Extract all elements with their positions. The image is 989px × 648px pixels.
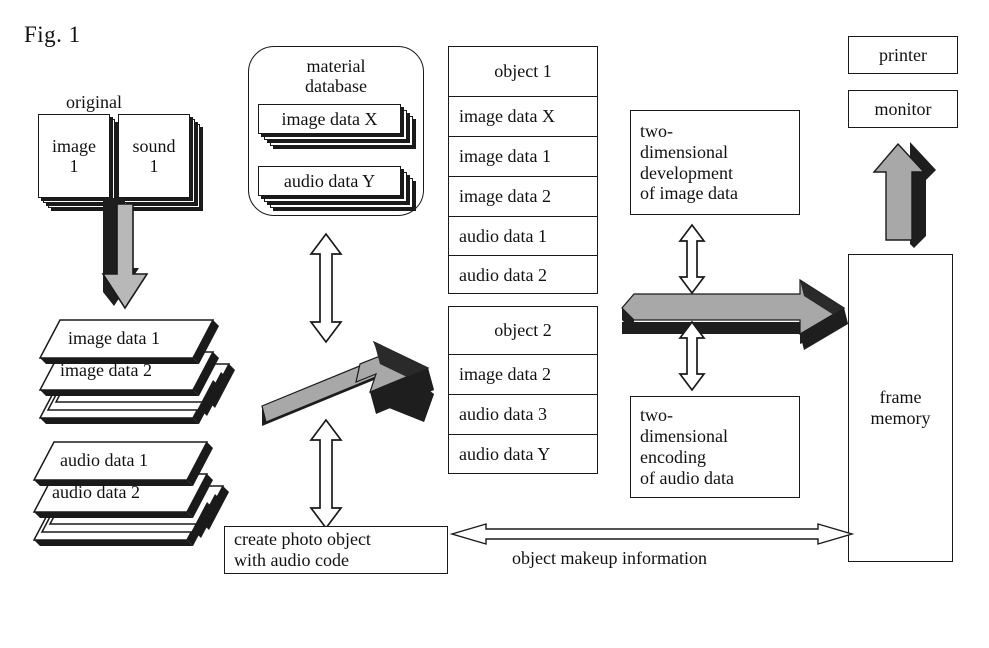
printer-box: printer (848, 36, 958, 74)
original-caption: original (66, 92, 122, 112)
original-image-label-line1: image (52, 135, 96, 156)
create-photo-object-box: create photo object with audio code (224, 526, 448, 574)
material-db-audio-label: audio data Y (283, 170, 376, 191)
monitor-label: monitor (874, 98, 932, 119)
material-db-title-line2: database (305, 76, 367, 97)
development-line2: dimensional (640, 141, 728, 162)
development-line4: of image data (640, 183, 738, 204)
two-dimensional-development-box: two- dimensional development of image da… (630, 110, 800, 215)
material-db-audio-stack: audio data Y (258, 166, 413, 208)
object-1-header: object 1 (449, 47, 597, 97)
audio-data-2-label: audio data 2 (52, 482, 140, 502)
frame-memory-line1: frame (879, 387, 922, 408)
right-arrow-3d-icon (621, 278, 848, 350)
audio-data-sheet-stack: audio data 1 audio data 2 (32, 440, 242, 555)
encoding-line1: two- (640, 405, 673, 426)
creator-line2: with audio code (234, 550, 349, 570)
encoding-line2: dimensional (640, 426, 728, 447)
object-1-table: object 1 image data X image data 1 image… (448, 46, 598, 294)
encoding-line3: encoding (640, 447, 706, 467)
diagonal-arrow-3d-icon (261, 340, 434, 426)
creator-line1: create photo object (234, 529, 371, 550)
frame-memory-line2: memory (870, 408, 931, 428)
double-arrow-horizontal-makeup-icon (449, 523, 855, 545)
printer-label: printer (879, 44, 927, 65)
image-data-2-label: image data 2 (60, 360, 152, 380)
image-data-sheet-stack: image data 1 image data 2 (38, 318, 248, 428)
original-image-label-line2: 1 (69, 156, 79, 176)
strip-front: image data X (258, 104, 401, 134)
double-arrow-vertical-db-icon (309, 232, 343, 344)
audio-data-1-label: audio data 1 (60, 450, 148, 470)
figure-canvas: Fig. 1 original image 1 sound 1 material… (0, 0, 989, 648)
frame-memory-box: frame memory (848, 254, 953, 562)
card-sheet-front: image 1 (38, 114, 110, 198)
development-line1: two- (640, 120, 673, 141)
object-2-header: object 2 (449, 307, 597, 355)
two-dimensional-encoding-box: two- dimensional encoding of audio data (630, 396, 800, 498)
double-arrow-vertical-creator-icon (309, 418, 343, 530)
material-database-title: material database (249, 56, 423, 96)
development-line3: development (640, 162, 733, 183)
object-2-row: image data 2 (449, 355, 597, 395)
material-db-image-label: image data X (281, 108, 378, 129)
original-sound-label-line2: 1 (149, 156, 159, 176)
strip-front: audio data Y (258, 166, 401, 196)
up-arrow-3d-icon (872, 142, 936, 248)
object-1-row: image data 1 (449, 137, 597, 177)
image-data-1-label: image data 1 (68, 328, 160, 348)
card-sheet-front: sound 1 (118, 114, 190, 198)
double-arrow-vertical-encoding-icon (678, 320, 706, 392)
figure-label: Fig. 1 (24, 22, 81, 47)
object-1-row: image data X (449, 97, 597, 137)
object-makeup-information-label: object makeup information (512, 548, 707, 568)
object-2-row: audio data Y (459, 443, 551, 464)
object-1-row: audio data 2 (459, 264, 547, 285)
original-sound-label-line1: sound (132, 135, 176, 156)
material-db-image-stack: image data X (258, 104, 413, 146)
encoding-line4: of audio data (640, 467, 734, 488)
object-2-row: audio data 3 (449, 395, 597, 435)
object-2-table: object 2 image data 2 audio data 3 audio… (448, 306, 598, 474)
down-arrow-3d-icon (101, 198, 149, 310)
monitor-box: monitor (848, 90, 958, 128)
material-db-title-line1: material (306, 56, 366, 76)
object-1-row: image data 2 (449, 177, 597, 217)
object-1-row: audio data 1 (449, 217, 597, 256)
